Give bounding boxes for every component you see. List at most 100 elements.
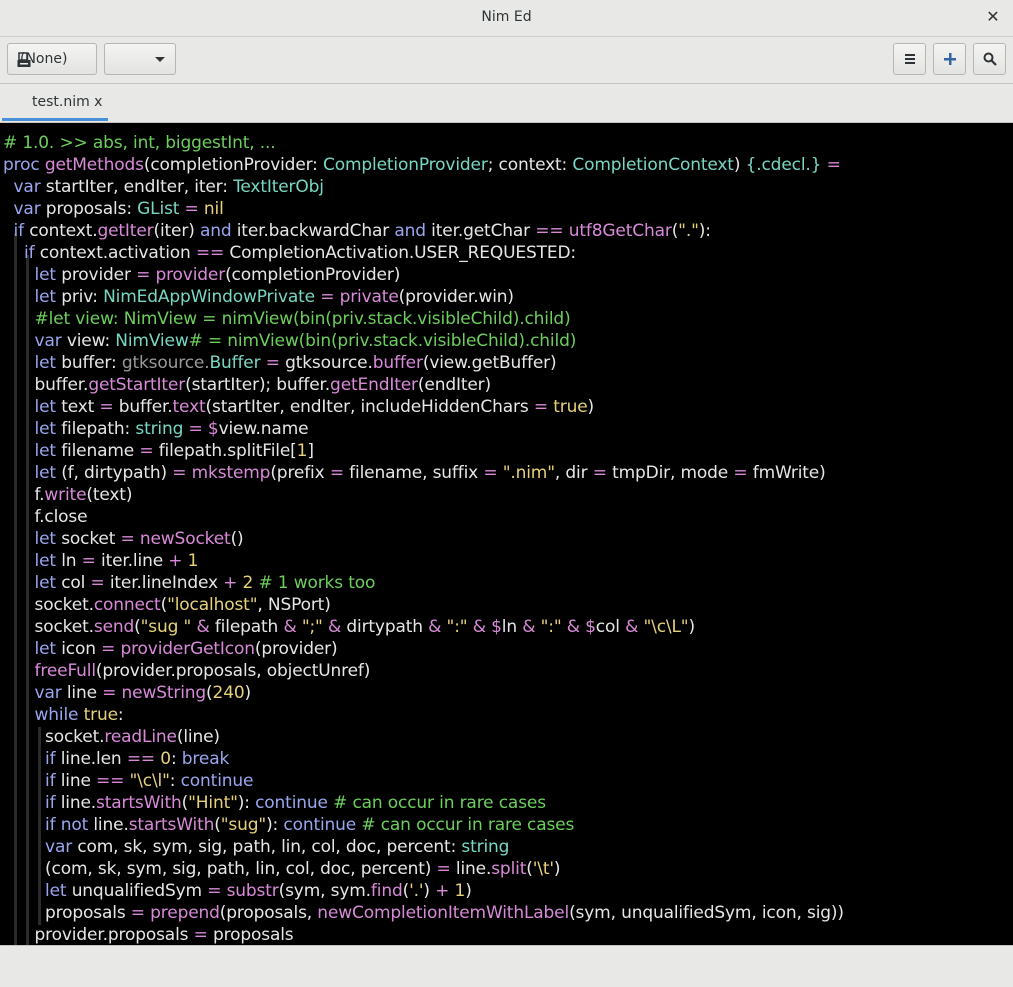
search-button[interactable] (973, 43, 1006, 75)
tab-test-nim[interactable]: test.nim x (2, 84, 108, 121)
code-token: CompletionActivation.USER_REQUESTED: (229, 243, 576, 263)
code-token: provider (155, 265, 226, 285)
code-token: 2 (242, 573, 259, 593)
code-token: getMethods (44, 155, 144, 175)
code-token: ) (587, 397, 595, 417)
code-token: = (172, 463, 192, 483)
code-token: = (329, 463, 350, 483)
code-token: {.cdecl.} (745, 155, 822, 175)
code-token: let (34, 419, 62, 439)
code-token: let (34, 551, 62, 571)
code-token: # can occur in rare cases (361, 815, 575, 835)
document-selector-button[interactable]: (None) (7, 43, 97, 75)
code-token: if (45, 771, 61, 791)
code-token: = (139, 441, 159, 461)
code-line: socket.send("sug " & filepath & ";" & di… (3, 616, 696, 638)
code-token: : (117, 705, 124, 725)
code-token: (provider.win) (398, 287, 514, 307)
code-line: var line = newString(240) (3, 682, 252, 704)
code-token: "\c\L" (643, 617, 689, 637)
code-token: (proposals, (219, 903, 318, 923)
code-token: let (34, 353, 62, 373)
code-token: (sym, sym. (278, 881, 371, 901)
code-token: readLine (104, 727, 177, 747)
code-token: priv (61, 287, 93, 307)
code-token: freeFull (34, 661, 97, 681)
code-token: line. (455, 859, 492, 879)
plus-icon (944, 53, 956, 65)
code-token: continue (180, 771, 254, 791)
close-window-button[interactable]: ✕ (983, 7, 1003, 27)
code-token: $ (207, 419, 219, 439)
code-token: view.name (218, 419, 309, 439)
language-combo-box[interactable] (104, 43, 176, 75)
code-token: = (821, 155, 841, 175)
code-token: buffer (372, 353, 423, 373)
code-token: providerGetIcon (120, 639, 255, 659)
code-token: == (96, 771, 130, 791)
code-token: and (199, 221, 237, 241)
code-token: : (450, 837, 462, 857)
code-token: let (34, 287, 62, 307)
code-token: startsWith (128, 815, 215, 835)
code-token: break (181, 749, 230, 769)
code-token: f.close (34, 507, 88, 527)
code-token: proposals (212, 925, 294, 945)
code-token: : (110, 353, 122, 373)
code-token: string (461, 837, 510, 857)
code-token: ) (733, 155, 746, 175)
code-token: let (34, 441, 62, 461)
code-line: let col = iter.lineIndex + 2 # 1 works t… (3, 572, 376, 594)
code-line: let priv: NimEdAppWindowPrivate = privat… (3, 286, 515, 308)
code-token: newCompletionItemWithLabel (317, 903, 570, 923)
code-token: prepend (150, 903, 220, 923)
menu-button[interactable] (893, 43, 926, 75)
code-line: let provider = provider(completionProvid… (3, 264, 401, 286)
code-token: gtksource. (121, 353, 210, 373)
code-editor[interactable]: # 1.0. >> abs, int, biggestInt, ... proc … (0, 123, 1013, 945)
code-line: let icon = providerGetIcon(provider) (3, 638, 338, 660)
code-token: 1 (296, 441, 308, 461)
code-line: socket.readLine(line) (3, 726, 220, 748)
code-token: ) (465, 881, 472, 901)
document-icon (17, 52, 31, 67)
tab-bar: test.nim x (0, 84, 1013, 123)
code-token: #let view: NimView = nimView(bin(priv.st… (34, 309, 571, 329)
code-token: write (44, 485, 87, 505)
code-token: (iter) (153, 221, 200, 241)
code-line: let text = buffer.text(startIter, endIte… (3, 396, 595, 418)
code-token: ] (307, 441, 314, 461)
code-token: ln (501, 617, 523, 637)
code-token: = (136, 265, 156, 285)
code-token: = (733, 463, 753, 483)
status-bar (0, 945, 1013, 987)
code-token: ): (698, 221, 711, 241)
code-token: text (172, 397, 206, 417)
code-token: = (592, 463, 613, 483)
code-token: , dir (554, 463, 593, 483)
add-button[interactable] (933, 43, 966, 75)
code-token: getEndIter (330, 375, 418, 395)
code-token: com, sk, sym, sig, path, lin, col, doc, … (77, 837, 451, 857)
code-token: NimView (115, 331, 189, 351)
code-token: var (45, 837, 78, 857)
code-line: if line.startsWith("Hint"): continue # c… (3, 792, 546, 814)
code-token: NimEdAppWindowPrivate (103, 287, 315, 307)
code-token: filename, suffix (349, 463, 484, 483)
code-token: = (90, 573, 110, 593)
code-token: CompletionProvider (323, 155, 488, 175)
code-token: col (61, 573, 91, 593)
code-token: true (553, 397, 588, 417)
